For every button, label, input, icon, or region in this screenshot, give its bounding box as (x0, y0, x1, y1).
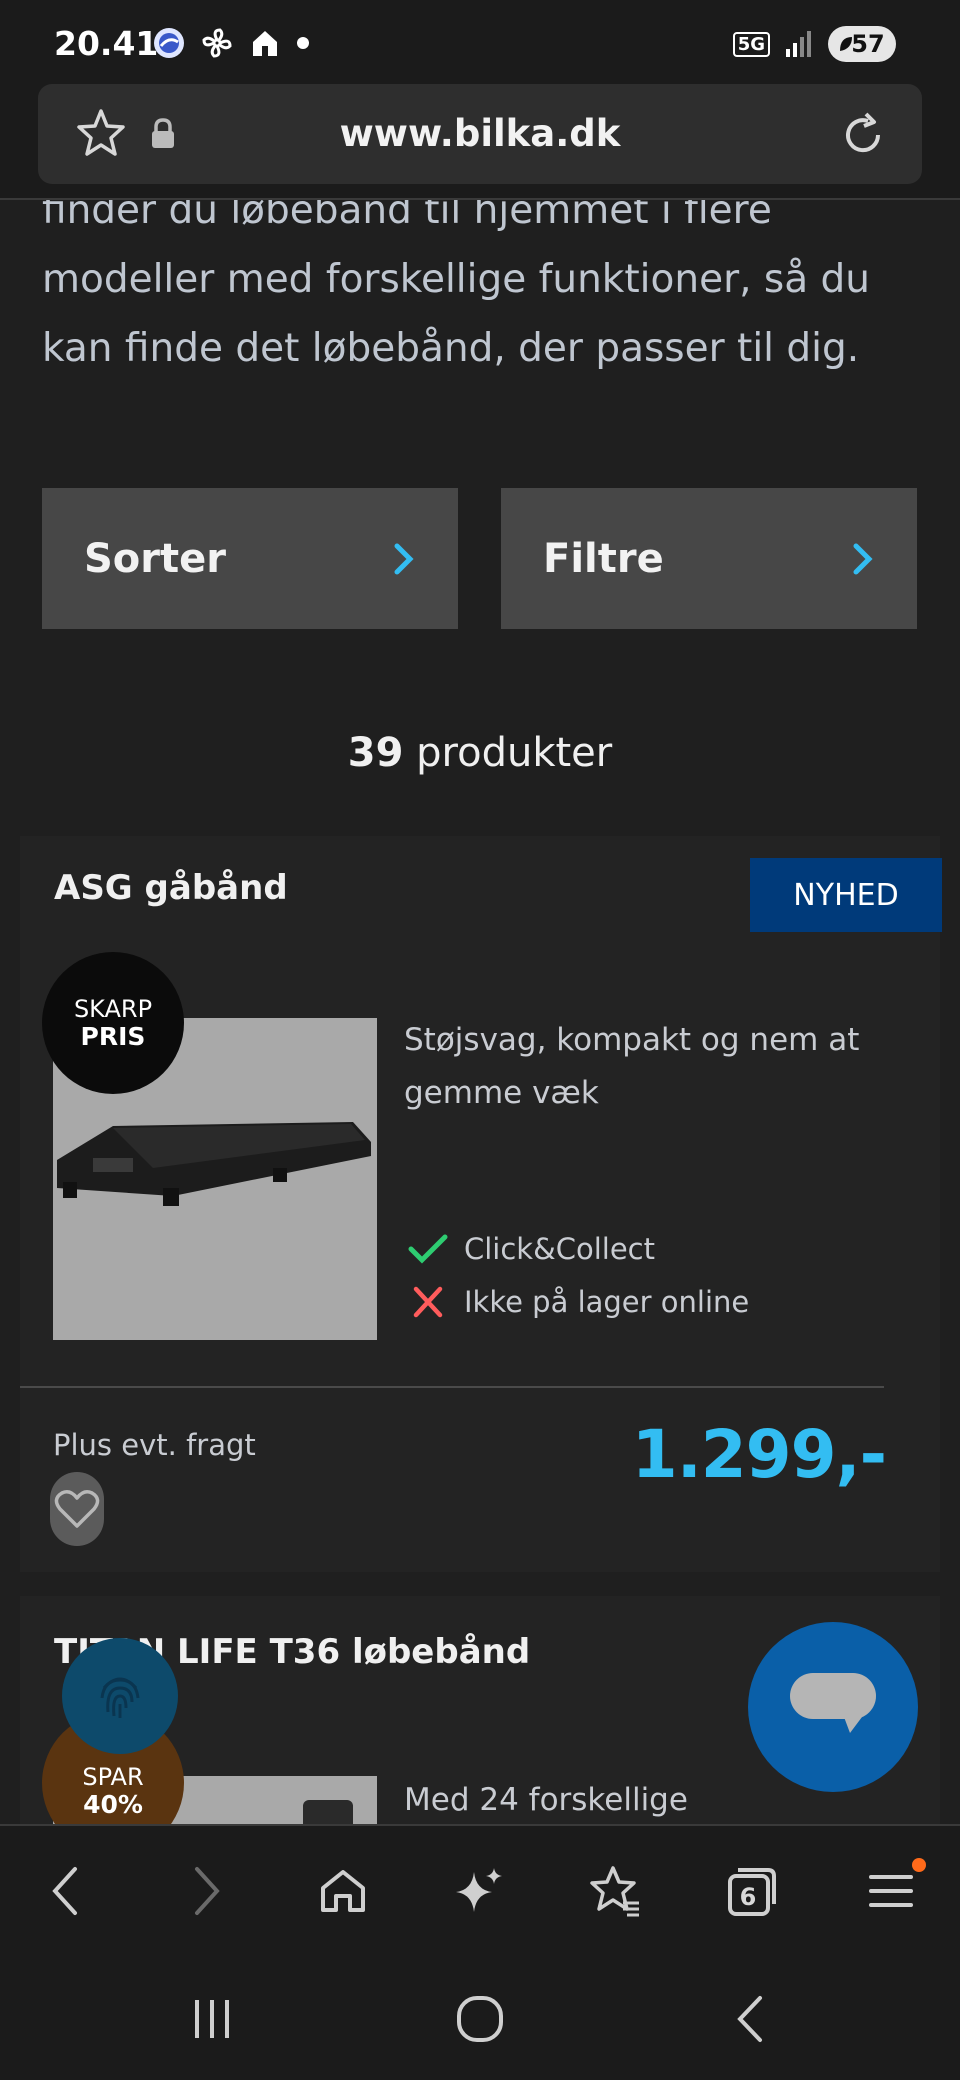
fan-icon (202, 28, 232, 58)
bookmarks-button[interactable] (580, 1856, 650, 1926)
dot-icon (297, 37, 309, 49)
product-count-number: 39 (347, 730, 404, 776)
badge-line2: PRIS (80, 1022, 146, 1051)
signal-icon (786, 31, 811, 57)
url-bar-container: www.bilka.dk (0, 84, 960, 200)
chat-button[interactable] (748, 1622, 918, 1792)
battery-saver-icon (840, 37, 852, 51)
product-title[interactable]: ASG gåbånd (54, 868, 288, 908)
category-intro-text: finder du løbebånd til hjemmet i flere m… (42, 200, 922, 383)
heart-icon (54, 1490, 100, 1528)
back-nav-icon (737, 1996, 762, 2042)
sort-label: Sorter (84, 535, 226, 582)
menu-icon (869, 1875, 913, 1907)
back-nav-button[interactable] (710, 1984, 790, 2054)
forward-icon (195, 1867, 220, 1915)
recent-apps-button[interactable] (172, 1984, 252, 2054)
network-label: 5G (732, 31, 770, 57)
availability-text: Click&Collect (464, 1231, 655, 1266)
tabs-button[interactable]: 6 (716, 1856, 786, 1926)
home-status-icon (253, 31, 277, 56)
badge-line1: SPAR (82, 1763, 144, 1791)
fingerprint-button[interactable] (62, 1638, 178, 1754)
intro-line: kan finde det løbebånd, der passer til d… (42, 326, 860, 371)
filter-button[interactable]: Filtre (501, 488, 917, 629)
fingerprint-icon (100, 1677, 140, 1718)
battery-level: 57 (851, 30, 885, 58)
system-nav-bar (0, 1954, 960, 2080)
product-price: 1.299,- (631, 1416, 887, 1493)
tab-count: 6 (739, 1883, 757, 1911)
ai-assistant-button[interactable] (444, 1856, 514, 1926)
product-count: 39 produkter (0, 730, 960, 776)
product-count-suffix: produkter (403, 730, 613, 776)
bookmark-star-icon (590, 1866, 639, 1917)
battery-indicator: 57 (828, 26, 896, 62)
notification-icons (152, 26, 310, 60)
checkmark-icon (408, 1234, 448, 1264)
badge-line1: SKARP (73, 995, 153, 1023)
reload-icon[interactable] (838, 110, 888, 160)
browser-toolbar: 6 (0, 1824, 960, 1954)
sharp-price-badge: SKARP PRIS (42, 952, 184, 1094)
url-text: www.bilka.dk (339, 112, 621, 155)
notification-dot (912, 1858, 926, 1872)
intro-line: finder du løbebånd til hjemmet i flere (42, 200, 772, 233)
forward-button[interactable] (172, 1856, 242, 1926)
status-time: 20.41 (54, 24, 159, 63)
menu-button[interactable] (856, 1856, 926, 1926)
back-icon (52, 1867, 77, 1915)
intro-line: modeller med forskellige funktioner, så … (42, 257, 870, 302)
product-description: Støjsvag, kompakt og nem at gemme væk (404, 1022, 860, 1111)
chat-icon (790, 1673, 876, 1733)
home-circle-icon (457, 1996, 503, 2042)
home-icon (321, 1870, 365, 1912)
chevron-right-icon (394, 543, 414, 574)
browser-notification-icon (154, 28, 184, 58)
badge-line2: 40% (83, 1790, 143, 1819)
sort-button[interactable]: Sorter (42, 488, 458, 629)
availability-online: Ikke på lager online (408, 1275, 749, 1328)
availability-text: Ikke på lager online (464, 1284, 750, 1319)
availability-list: Click&Collect Ikke på lager online (408, 1222, 749, 1328)
back-button[interactable] (30, 1856, 100, 1926)
cross-icon (413, 1286, 443, 1317)
sparkle-icon (456, 1868, 502, 1912)
recent-apps-icon (195, 2000, 229, 2038)
address-bar[interactable]: www.bilka.dk (38, 84, 922, 184)
home-button[interactable] (308, 1856, 378, 1926)
home-nav-button[interactable] (440, 1984, 520, 2054)
status-right: 5G 57 (732, 26, 896, 62)
shipping-note: Plus evt. fragt (53, 1428, 256, 1462)
page-content: finder du løbebånd til hjemmet i flere m… (0, 200, 960, 1824)
new-badge: NYHED (750, 858, 942, 932)
product-card[interactable]: ASG gåbånd NYHED SKARP PRIS Støjsvag, ko… (20, 836, 942, 1572)
filter-label: Filtre (543, 535, 664, 582)
status-bar: 20.41 5G 57 (0, 0, 960, 84)
product-description: Med 24 forskellige (404, 1782, 688, 1818)
favorite-button[interactable] (50, 1472, 104, 1546)
chevron-right-icon (853, 543, 873, 574)
card-divider (20, 1386, 884, 1388)
availability-click-collect: Click&Collect (408, 1222, 749, 1275)
